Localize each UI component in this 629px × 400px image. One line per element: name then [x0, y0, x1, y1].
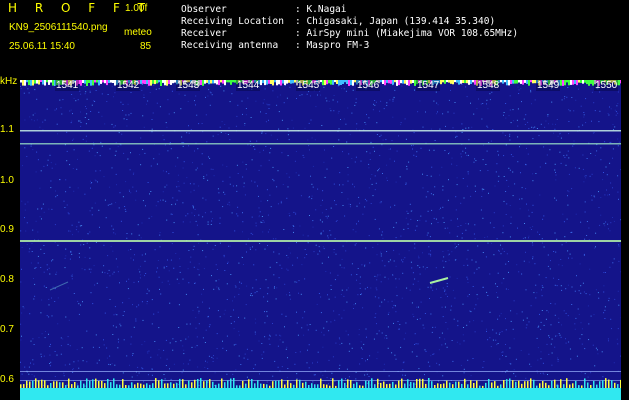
- receiver-value: : AirSpy mini (Miakejima VOR 108.65MHz): [295, 28, 519, 39]
- antenna-label: Receiving antenna: [181, 40, 279, 51]
- waterfall-canvas: [20, 80, 621, 400]
- axis-tick-label: 1.0: [0, 175, 14, 186]
- time-label: 1548: [476, 80, 501, 91]
- time-label: 1547: [416, 80, 441, 91]
- time-label: 1544: [236, 80, 261, 91]
- location-label: Receiving Location: [181, 16, 284, 27]
- location-value: : Chigasaki, Japan (139.414 35.340): [295, 16, 496, 27]
- axis-unit-label: kHz: [0, 76, 18, 87]
- time-label: 1546: [356, 80, 381, 91]
- time-label: 1542: [116, 80, 141, 91]
- file-name: KN9_2506111540.png: [9, 22, 108, 33]
- carrier-line: [20, 130, 621, 132]
- signal-band: [20, 388, 621, 400]
- frequency-axis: kHz 1.1 1.0 0.9 0.8 0.7 0.6: [0, 76, 20, 400]
- time-label: 1543: [176, 80, 201, 91]
- meteor-echo: [49, 281, 69, 291]
- axis-tick-label: 1.1: [0, 124, 14, 135]
- waterfall-spectrogram: [20, 80, 621, 400]
- meteo-label: meteo: [124, 27, 152, 38]
- app-version: 1.00f: [125, 3, 148, 14]
- carrier-line: [20, 143, 621, 145]
- observer-label: Observer: [181, 4, 227, 15]
- time-label: 1549: [536, 80, 561, 91]
- observer-value: : K.Nagai: [295, 4, 347, 15]
- right-border: [621, 78, 629, 400]
- carrier-line: [20, 240, 621, 242]
- axis-tick-label: 0.8: [0, 274, 14, 285]
- time-label: 1541: [55, 80, 80, 91]
- axis-tick-label: 0.6: [0, 374, 14, 385]
- date-time: 25.06.11 15:40: [9, 41, 75, 52]
- carrier-line: [20, 371, 621, 372]
- axis-tick-label: 0.9: [0, 224, 14, 235]
- time-label: 1545: [296, 80, 321, 91]
- meteor-count: 85: [140, 41, 152, 52]
- time-label: 1550: [594, 80, 619, 91]
- axis-tick-label: 0.7: [0, 324, 14, 335]
- antenna-value: : Maspro FM-3: [295, 40, 370, 51]
- header-panel: H R O F F T 1.00f KN9_2506111540.png met…: [0, 0, 629, 78]
- meteor-echo: [429, 277, 449, 284]
- receiver-label: Receiver: [181, 28, 227, 39]
